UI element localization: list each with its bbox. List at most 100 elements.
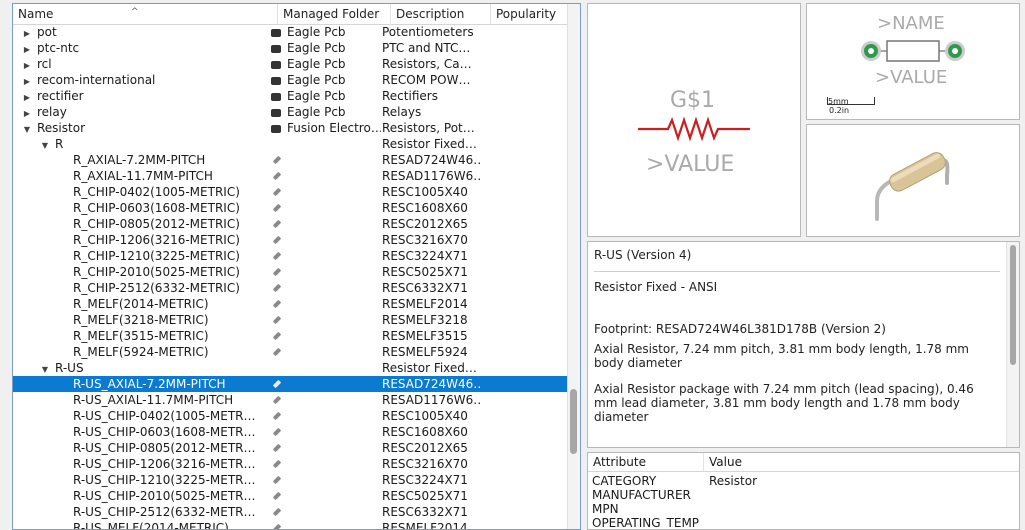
tree-header: Name ^ Managed Folder Description Popula…: [13, 4, 580, 25]
tree-row-name: ▶ rectifier: [13, 88, 273, 104]
tree-row[interactable]: R_CHIP-2512(6332-METRIC) RESC6332X71: [13, 280, 569, 296]
description-title: R-US (Version 4): [594, 248, 692, 262]
tree-row[interactable]: ▶ relay Eagle Pcb Relays: [13, 104, 569, 120]
tree-row-description: RESC1608X60: [382, 425, 468, 439]
column-header-popularity[interactable]: Popularity: [491, 4, 569, 24]
tree-row[interactable]: R-US_CHIP-1210(3225-METR… RESC3224X71: [13, 472, 569, 488]
description-scrollbar-thumb[interactable]: [1010, 245, 1016, 365]
pencil-icon: [272, 283, 282, 293]
tree-row[interactable]: R_CHIP-0402(1005-METRIC) RESC1005X40: [13, 184, 569, 200]
pencil-icon: [272, 491, 282, 501]
attribute-row[interactable]: CATEGORY Resistor: [588, 474, 1019, 488]
tree-row[interactable]: R-US_CHIP-2010(5025-METR… RESC5025X71: [13, 488, 569, 504]
tree-row[interactable]: R-US_CHIP-1206(3216-METR… RESC3216X70: [13, 456, 569, 472]
tree-row-description: RESMELF3218: [382, 313, 468, 327]
expand-right-icon[interactable]: ▶: [21, 74, 33, 88]
pencil-icon: [272, 507, 282, 517]
tree-row-folder: [265, 136, 381, 152]
attr-column-header[interactable]: Attribute: [593, 455, 646, 469]
tree-row-name: ▶ rcl: [13, 56, 273, 72]
tree-row-folder: [265, 264, 381, 280]
tree-row-folder: Eagle Pcb: [265, 40, 381, 56]
tree-row[interactable]: ▶ rcl Eagle Pcb Resistors, Ca…: [13, 56, 569, 72]
expand-right-icon[interactable]: ▶: [21, 42, 33, 56]
tree-row[interactable]: ▼ R-US Resistor Fixed…: [13, 360, 569, 376]
tree-row-folder-label: Eagle Pcb: [287, 41, 346, 55]
tree-row-name: ▶ pot: [13, 24, 273, 40]
tree-row-folder: [265, 216, 381, 232]
expand-down-icon[interactable]: ▼: [39, 138, 51, 152]
column-header-description[interactable]: Description: [391, 4, 491, 24]
value-column-header[interactable]: Value: [709, 455, 742, 469]
expand-right-icon[interactable]: ▶: [21, 90, 33, 104]
pencil-icon: [272, 475, 282, 485]
footprint-name-label: >NAME: [877, 13, 945, 34]
tree-row[interactable]: ▼ Resistor Fusion Electro… Resistors, Pot…: [13, 120, 569, 136]
tree-row[interactable]: R_MELF(2014-METRIC) RESMELF2014: [13, 296, 569, 312]
tree-row-folder: Eagle Pcb: [265, 88, 381, 104]
scale-mm-label: 5mm: [828, 97, 849, 106]
tree-row-name: ▶ relay: [13, 104, 273, 120]
column-desc-label: Description: [396, 7, 465, 21]
tree-row[interactable]: R_CHIP-0805(2012-METRIC) RESC2012X65: [13, 216, 569, 232]
attribute-row[interactable]: MANUFACTURER: [588, 488, 1019, 502]
tree-row[interactable]: R_MELF(3515-METRIC) RESMELF3515: [13, 328, 569, 344]
symbol-preview: G$1 >VALUE: [587, 3, 801, 237]
tree-row[interactable]: ▶ rectifier Eagle Pcb Rectifiers: [13, 88, 569, 104]
tree-row-description: RESAD724W46…: [382, 153, 480, 167]
expand-down-icon[interactable]: ▼: [21, 122, 33, 136]
attribute-row[interactable]: OPERATING_TEMP: [588, 516, 1019, 529]
tree-row[interactable]: R_MELF(3218-METRIC) RESMELF3218: [13, 312, 569, 328]
tree-scrollbar-thumb[interactable]: [570, 389, 577, 454]
tree-row[interactable]: R_MELF(5924-METRIC) RESMELF5924: [13, 344, 569, 360]
expand-right-icon[interactable]: ▶: [21, 58, 33, 72]
expand-right-icon[interactable]: ▶: [21, 106, 33, 120]
tree-row[interactable]: ▶ pot Eagle Pcb Potentiometers: [13, 24, 569, 40]
tree-scrollbar[interactable]: [567, 4, 580, 529]
tree-row-folder: [265, 440, 381, 456]
description-scrollbar[interactable]: [1006, 242, 1019, 447]
tree-row-folder: Eagle Pcb: [265, 72, 381, 88]
tree-row-label: Resistor: [37, 121, 85, 135]
tree-row[interactable]: R_CHIP-0603(1608-METRIC) RESC1608X60: [13, 200, 569, 216]
column-header-folder[interactable]: Managed Folder: [278, 4, 391, 24]
tree-row-description: RESC3216X70: [382, 233, 468, 247]
tree-row-folder: [265, 424, 381, 440]
tree-row[interactable]: ▶ recom-international Eagle Pcb RECOM POW…: [13, 72, 569, 88]
tree-row-folder: [265, 280, 381, 296]
attribute-row[interactable]: MPN: [588, 502, 1019, 516]
tree-row[interactable]: R-US_CHIP-2512(6332-METR… RESC6332X71: [13, 504, 569, 520]
tree-row[interactable]: R_CHIP-1206(3216-METRIC) RESC3216X70: [13, 232, 569, 248]
tree-row-description: Rectifiers: [382, 89, 438, 103]
tree-row-description: RESAD724W46…: [382, 377, 480, 391]
tree-row-label: R_CHIP-2010(5025-METRIC): [73, 265, 240, 279]
tree-row-folder: [265, 520, 381, 529]
tree-row[interactable]: R_AXIAL-11.7MM-PITCH RESAD1176W6…: [13, 168, 569, 184]
tree-row-label: R_CHIP-0402(1005-METRIC): [73, 185, 240, 199]
expand-down-icon[interactable]: ▼: [39, 362, 51, 376]
tree-row[interactable]: R-US_CHIP-0603(1608-METR… RESC1608X60: [13, 424, 569, 440]
tree-row[interactable]: R-US_CHIP-0402(1005-METR… RESC1005X40: [13, 408, 569, 424]
pencil-icon: [272, 155, 282, 165]
tree-row[interactable]: R_CHIP-1210(3225-METRIC) RESC3224X71: [13, 248, 569, 264]
tree-row[interactable]: R-US_MELF(2014-METRIC) RESMELF2014: [13, 520, 569, 529]
tree-row-description: Potentiometers: [382, 25, 474, 39]
tree-row-description: RESC3216X70: [382, 457, 468, 471]
tree-row[interactable]: ▼ R Resistor Fixed…: [13, 136, 569, 152]
tree-row[interactable]: R-US_AXIAL-7.2MM-PITCH RESAD724W46…: [13, 376, 569, 392]
attribute-name: MANUFACTURER: [592, 488, 691, 502]
tree-row[interactable]: ▶ ptc-ntc Eagle Pcb PTC and NTC…: [13, 40, 569, 56]
tree-row[interactable]: R_AXIAL-7.2MM-PITCH RESAD724W46…: [13, 152, 569, 168]
column-header-name[interactable]: Name ^: [13, 4, 278, 24]
tree-row-folder: [265, 312, 381, 328]
tree-row[interactable]: R_CHIP-2010(5025-METRIC) RESC5025X71: [13, 264, 569, 280]
database-icon: [271, 93, 281, 101]
tree-row-description: RESC1005X40: [382, 409, 468, 423]
tree-row[interactable]: R-US_AXIAL-11.7MM-PITCH RESAD1176W6…: [13, 392, 569, 408]
tree-row-description: Resistor Fixed…: [382, 361, 477, 375]
tree-row[interactable]: R-US_CHIP-0805(2012-METR… RESC2012X65: [13, 440, 569, 456]
pencil-icon: [272, 459, 282, 469]
expand-right-icon[interactable]: ▶: [21, 26, 33, 40]
tree-row-folder: [265, 296, 381, 312]
attributes-header: Attribute ^ Value: [588, 453, 1019, 472]
